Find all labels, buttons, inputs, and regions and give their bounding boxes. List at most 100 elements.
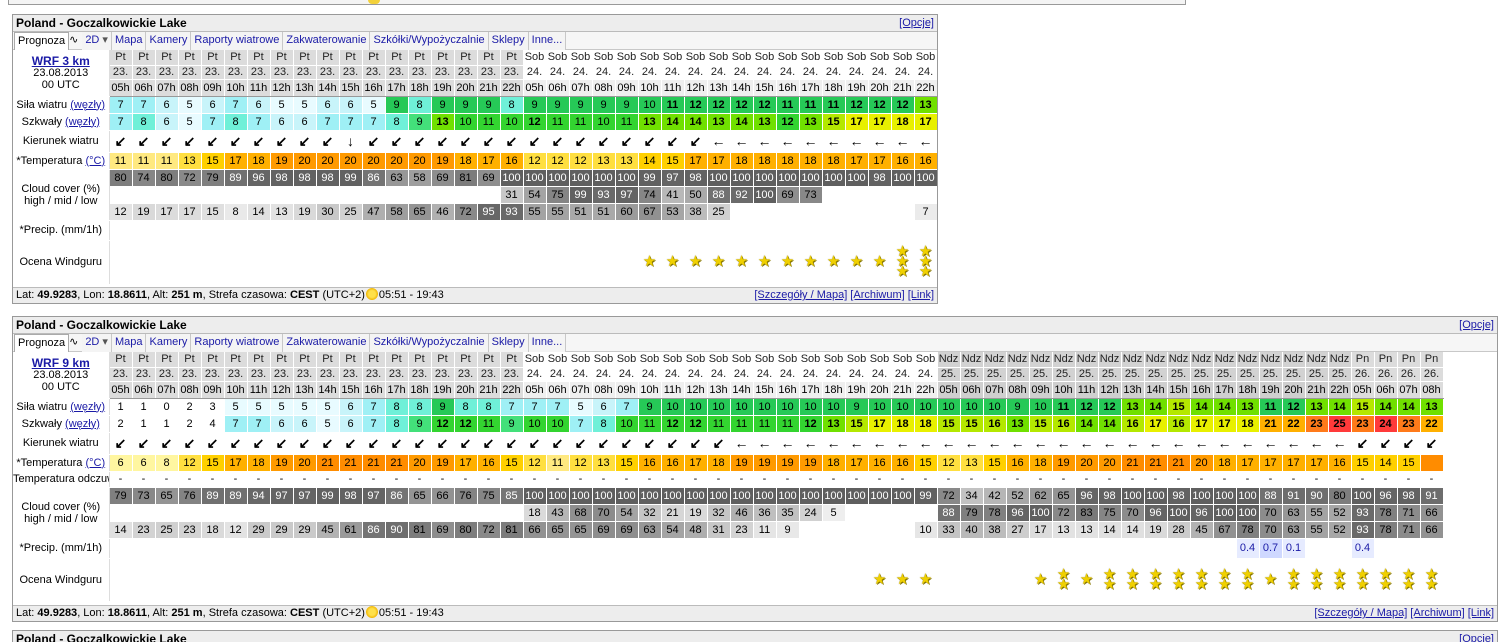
precip-cell — [707, 538, 731, 559]
day-cell: Pt — [316, 352, 340, 368]
gust-cell: 12 — [776, 113, 800, 131]
tab-raporty-wiatrowe[interactable]: Raporty wiatrowe — [191, 334, 284, 352]
rating-cell — [132, 558, 156, 602]
tab-2d[interactable]: 2D ▾ — [82, 334, 112, 352]
footer-link[interactable]: [Archiwum] — [850, 289, 904, 301]
rating-cell: ★ ★ — [1098, 558, 1122, 602]
cloud-mid-cell — [385, 186, 409, 204]
feels-like-cell: - — [1351, 471, 1375, 488]
tab-inne[interactable]: Inne... — [528, 334, 567, 352]
hour-cell: 10h — [1052, 381, 1076, 399]
graph-wave-icon[interactable]: ∿ — [69, 32, 82, 50]
tab-2d[interactable]: 2D ▾ — [82, 32, 112, 50]
precip-cell — [799, 538, 823, 559]
cloud-mid-cell — [339, 186, 363, 204]
options-link[interactable]: [Opcje] — [1459, 631, 1494, 642]
hour-cell: 07h — [155, 381, 179, 399]
precip-cell — [201, 538, 225, 559]
options-link[interactable]: [Opcje] — [899, 15, 934, 31]
rating-cell — [293, 558, 317, 602]
arrow-icon: ↙ — [482, 434, 495, 451]
options-link[interactable]: [Opcje] — [1459, 317, 1494, 333]
wind-cell: 8 — [385, 398, 409, 416]
rating-cell — [431, 558, 455, 602]
graph-wave-icon[interactable]: ∿ — [69, 334, 82, 352]
gust-cell: 21 — [1259, 415, 1283, 433]
wind-direction-arrow-icon: ↙ — [477, 130, 501, 153]
footer-link[interactable]: [Link] — [1468, 607, 1494, 619]
temperature-cell: 19 — [1052, 454, 1076, 472]
footer-link[interactable]: [Archiwum] — [1410, 607, 1464, 619]
tab-prognoza[interactable]: Prognoza — [14, 334, 70, 352]
tab-mapa[interactable]: Mapa — [111, 334, 147, 352]
tab-szkółki-wypożyczalnie[interactable]: Szkółki/Wypożyczalnie — [370, 334, 489, 352]
cloud-high-cell: 97 — [270, 487, 294, 505]
tab-zakwaterowanie[interactable]: Zakwaterowanie — [283, 32, 371, 50]
precip-cell — [891, 538, 915, 559]
wind-direction-arrow-icon: ↙ — [684, 432, 708, 455]
arrow-icon: ↙ — [275, 132, 288, 149]
gust-cell: 7 — [201, 113, 225, 131]
wind-unit-link[interactable]: (węzły) — [70, 99, 105, 111]
date-cell: 23. — [316, 367, 340, 382]
tab-inne[interactable]: Inne... — [528, 32, 567, 50]
gust-unit-link[interactable]: (węzły) — [65, 418, 100, 430]
temperature-cell: 11 — [546, 454, 570, 472]
gust-cell: 11 — [477, 113, 501, 131]
wind-cell: 7 — [109, 96, 133, 114]
gust-cell: 10 — [523, 415, 547, 433]
rating-cell — [477, 558, 501, 602]
tab-sklepy[interactable]: Sklepy — [488, 32, 529, 50]
cloud-high-cell: 42 — [983, 487, 1007, 505]
footer-link[interactable]: [Link] — [908, 289, 934, 301]
tab-raporty-wiatrowe[interactable]: Raporty wiatrowe — [191, 32, 284, 50]
feels-like-cell: - — [1328, 471, 1352, 488]
arrow-icon: ← — [711, 132, 726, 149]
tab-szkółki-wypożyczalnie[interactable]: Szkółki/Wypożyczalnie — [370, 32, 489, 50]
arrow-icon: ← — [734, 434, 749, 451]
date-cell: 25. — [1236, 367, 1260, 382]
star-icon: ★ — [1424, 575, 1439, 593]
arrow-icon: ← — [780, 434, 795, 451]
footer-link[interactable]: [Szczegóły / Mapa] — [754, 289, 847, 301]
cloud-low-cell: 67 — [638, 203, 662, 221]
cloud-low-cell: 61 — [339, 521, 363, 539]
tab-sklepy[interactable]: Sklepy — [488, 334, 529, 352]
precip-cell — [684, 538, 708, 559]
temperature-cell: 18 — [1213, 454, 1237, 472]
cloud-low-cell: 14 — [109, 521, 133, 539]
temperature-unit-link[interactable]: (°C) — [85, 155, 105, 167]
feels-like-cell: - — [914, 471, 938, 488]
gust-cell: 11 — [569, 113, 593, 131]
tab-zakwaterowanie[interactable]: Zakwaterowanie — [283, 334, 371, 352]
rating-cell: ★ ★ — [1305, 558, 1329, 602]
tab-kamery[interactable]: Kamery — [146, 334, 192, 352]
model-link[interactable]: WRF 9 km — [13, 357, 108, 369]
temperature-unit-link[interactable]: (°C) — [85, 457, 105, 469]
hour-cell: 09h — [1029, 381, 1053, 399]
wind-direction-arrow-icon: ← — [1259, 432, 1283, 455]
cloud-low-cell: 18 — [201, 521, 225, 539]
wind-direction-arrow-icon: ← — [1121, 432, 1145, 455]
rating-cell — [247, 240, 271, 285]
precip-cell — [316, 220, 340, 241]
rating-stars: ★ — [685, 254, 707, 269]
wind-unit-link[interactable]: (węzły) — [70, 401, 105, 413]
model-link[interactable]: WRF 3 km — [13, 55, 108, 67]
tab-prognoza[interactable]: Prognoza — [14, 32, 70, 50]
cloud-low-cell — [799, 521, 823, 539]
gust-unit-link[interactable]: (węzły) — [65, 116, 100, 128]
tab-mapa[interactable]: Mapa — [111, 32, 147, 50]
tab-kamery[interactable]: Kamery — [146, 32, 192, 50]
day-cell: Pn — [1397, 352, 1421, 368]
forecast-table: WRF 3 km 23.08.2013 00 UTC Pt Pt Pt Pt Pt Pt Pt Pt… — [13, 50, 937, 285]
rating-cell: ★ — [684, 240, 708, 285]
temperature-cell: 17 — [868, 152, 892, 170]
rating-cell — [224, 240, 248, 285]
arrow-icon: ← — [872, 434, 887, 451]
gust-cell: 8 — [592, 415, 616, 433]
hour-cell: 20h — [868, 79, 892, 97]
wind-direction-arrow-icon: ↙ — [155, 432, 179, 455]
arrow-icon: ↙ — [344, 434, 357, 451]
footer-link[interactable]: [Szczegóły / Mapa] — [1314, 607, 1407, 619]
